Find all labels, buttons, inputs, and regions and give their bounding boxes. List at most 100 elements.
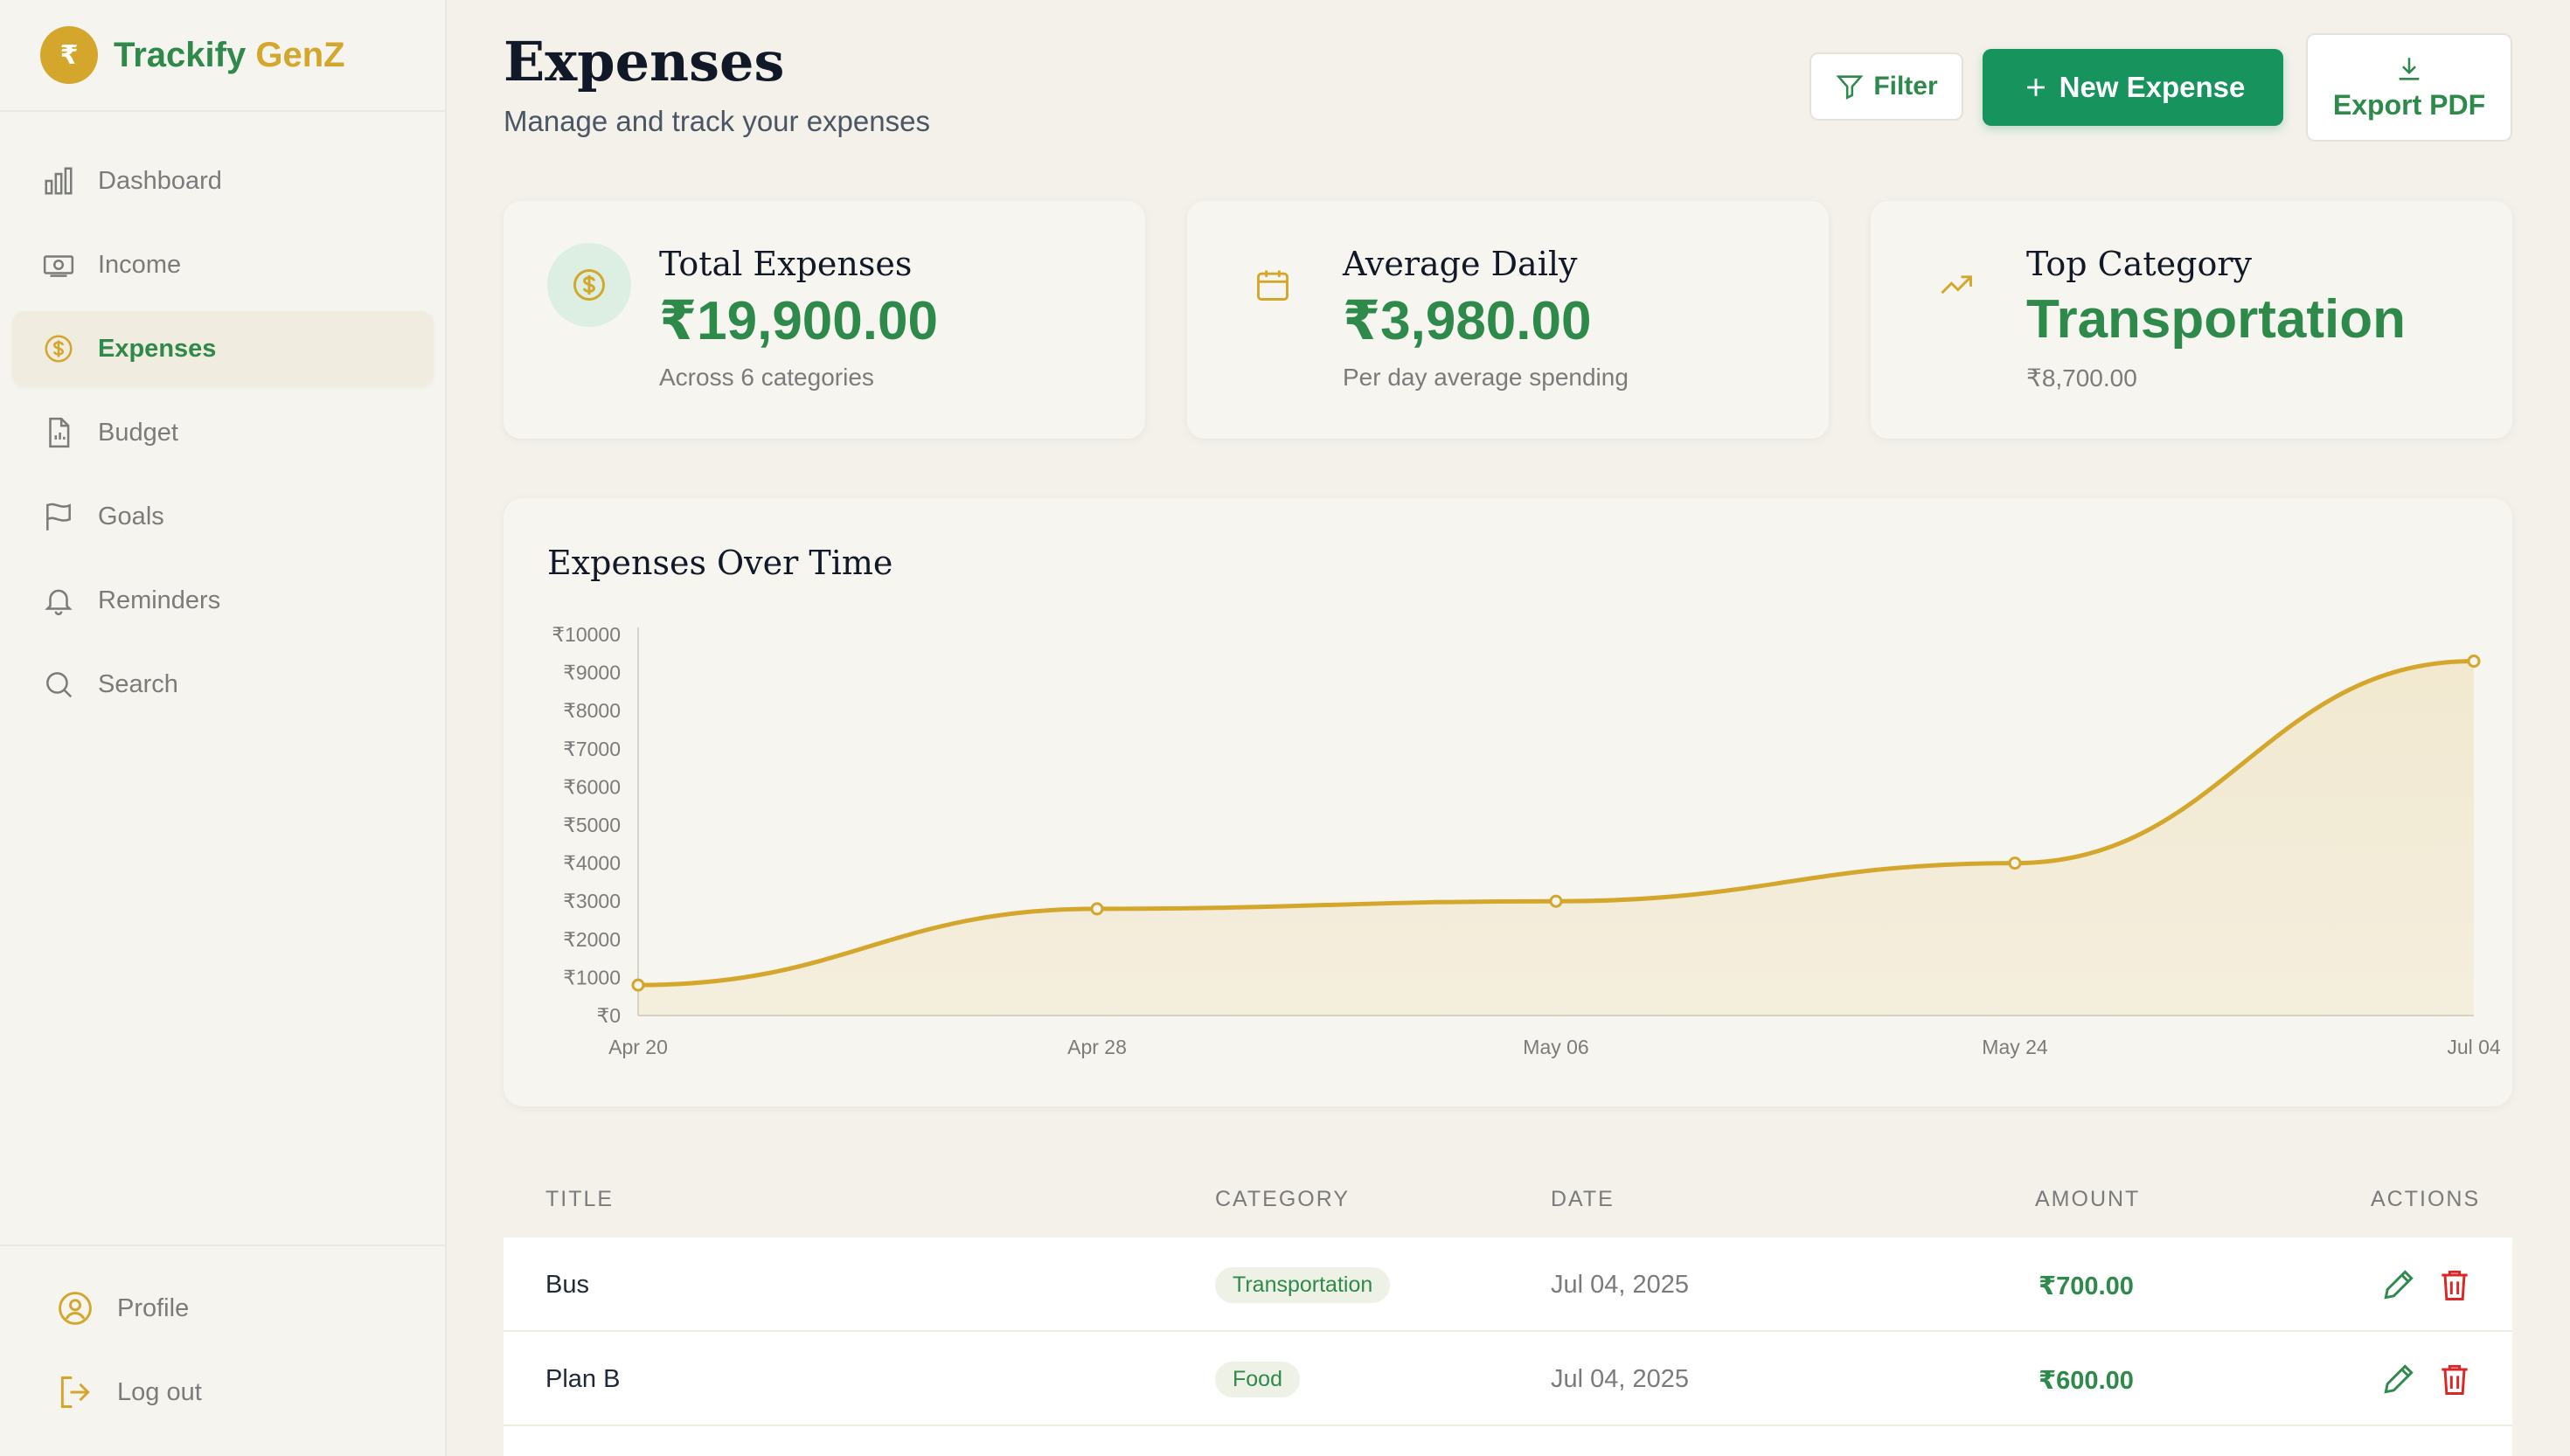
- banknote-icon: [43, 255, 74, 277]
- data-point: [2467, 655, 2481, 669]
- sidebar-item-label: Reminders: [98, 586, 221, 614]
- filter-icon: [1836, 75, 1864, 100]
- total-expenses-card: Total Expenses ₹19,900.00 Across 6 categ…: [504, 201, 1145, 439]
- row-title: Plan B: [545, 1365, 621, 1393]
- row-amount: ₹700.00: [2039, 1272, 2134, 1300]
- sidebar-item-label: Log out: [117, 1377, 202, 1406]
- sidebar-item-label: Goals: [98, 502, 164, 530]
- edit-pencil-icon[interactable]: [2379, 1265, 2418, 1304]
- brand[interactable]: ₹ Trackify GenZ: [0, 0, 445, 112]
- table-row[interactable]: [504, 1426, 2512, 1456]
- y-tick-label: ₹8000: [563, 699, 621, 722]
- column-header-date: DATE: [1551, 1187, 1615, 1211]
- x-tick-label: Apr 28: [1067, 1036, 1127, 1058]
- brand-name-secondary: GenZ: [255, 35, 345, 74]
- y-tick-label: ₹5000: [563, 814, 621, 836]
- flag-icon: [46, 503, 71, 530]
- page-subtitle: Manage and track your expenses: [504, 105, 930, 137]
- y-tick-label: ₹7000: [563, 738, 621, 760]
- sidebar-nav: Dashboard Income Expenses Budget Goals R…: [12, 143, 434, 731]
- column-header-title: TITLE: [545, 1187, 615, 1211]
- delete-trash-icon[interactable]: [2435, 1265, 2474, 1304]
- calendar-icon: [1231, 243, 1315, 327]
- card-title: Average Daily: [1343, 245, 1578, 283]
- brand-name-primary: Trackify: [114, 35, 247, 74]
- export-pdf-button[interactable]: Export PDF: [2306, 33, 2512, 142]
- filter-button-label: Filter: [1873, 72, 1938, 101]
- data-point: [1090, 902, 1104, 916]
- x-tick-label: May 06: [1523, 1036, 1588, 1058]
- sidebar-item-label: Profile: [117, 1293, 190, 1322]
- row-date: Jul 04, 2025: [1551, 1365, 1690, 1393]
- sidebar: ₹ Trackify GenZ Dashboard Income Expense…: [0, 0, 447, 1456]
- expenses-table: TITLE CATEGORY DATE AMOUNT ACTIONS Bus T…: [504, 1159, 2512, 1456]
- card-value: Transportation: [2026, 289, 2407, 350]
- bell-icon: [45, 589, 73, 616]
- category-badge: Food: [1215, 1362, 1300, 1397]
- category-badge: Transportation: [1215, 1267, 1391, 1303]
- sidebar-item-budget[interactable]: Budget: [12, 395, 434, 470]
- column-header-actions: ACTIONS: [2371, 1187, 2481, 1211]
- brand-name: Trackify GenZ: [114, 36, 345, 75]
- table-row[interactable]: Plan B Food Jul 04, 2025 ₹600.00: [504, 1332, 2512, 1426]
- edit-pencil-icon[interactable]: [2379, 1360, 2418, 1398]
- card-value: ₹3,980.00: [1343, 291, 1592, 351]
- export-pdf-button-label: Export PDF: [2332, 88, 2486, 121]
- dollar-circle-icon: [547, 243, 631, 327]
- x-tick-label: May 24: [1982, 1036, 2048, 1058]
- sidebar-footer: Profile Log out: [0, 1245, 445, 1456]
- trending-up-icon: [1914, 243, 1998, 327]
- card-title: Total Expenses: [659, 245, 913, 283]
- sidebar-item-income[interactable]: Income: [12, 227, 434, 302]
- logout-icon: [60, 1376, 90, 1408]
- brand-logo: ₹: [40, 26, 98, 84]
- table-row[interactable]: Bus Transportation Jul 04, 2025 ₹700.00: [504, 1238, 2512, 1332]
- series-area: [638, 661, 2474, 1016]
- search-icon: [46, 672, 73, 698]
- sidebar-item-search[interactable]: Search: [12, 647, 434, 722]
- sidebar-item-expenses[interactable]: Expenses: [12, 311, 434, 386]
- sidebar-item-goals[interactable]: Goals: [12, 479, 434, 554]
- card-subtitle: Across 6 categories: [659, 364, 874, 391]
- card-subtitle: ₹8,700.00: [2026, 364, 2137, 392]
- y-tick-label: ₹3000: [563, 890, 621, 912]
- sidebar-item-label: Budget: [98, 418, 178, 447]
- delete-trash-icon[interactable]: [2435, 1360, 2474, 1398]
- sidebar-item-profile[interactable]: Profile: [30, 1271, 445, 1346]
- sidebar-item-label: Search: [98, 669, 178, 698]
- expenses-chart: ₹0 ₹1000 ₹2000 ₹3000 ₹4000 ₹5000 ₹6000 ₹7000 ₹80…: [552, 623, 2501, 1058]
- y-tick-label: ₹10000: [552, 623, 621, 646]
- page-title: Expenses: [504, 30, 785, 94]
- user-circle-icon: [59, 1292, 92, 1325]
- column-header-category: CATEGORY: [1215, 1187, 1350, 1211]
- sidebar-item-logout[interactable]: Log out: [30, 1355, 445, 1430]
- top-category-card: Top Category Transportation ₹8,700.00: [1871, 201, 2512, 439]
- data-point: [631, 978, 645, 992]
- data-point: [1549, 894, 1563, 908]
- sidebar-item-dashboard[interactable]: Dashboard: [12, 143, 434, 218]
- sidebar-item-label: Income: [98, 250, 182, 279]
- y-tick-label: ₹2000: [563, 928, 621, 951]
- sidebar-item-reminders[interactable]: Reminders: [12, 563, 434, 638]
- card-value: ₹19,900.00: [659, 291, 938, 351]
- new-expense-button[interactable]: New Expense: [1983, 49, 2283, 126]
- card-subtitle: Per day average spending: [1343, 364, 1629, 391]
- expenses-chart-card: Expenses Over Time ₹0 ₹1000 ₹2000 ₹3000 ₹400…: [504, 498, 2512, 1106]
- download-icon: [2399, 57, 2420, 80]
- new-expense-button-label: New Expense: [2059, 71, 2246, 103]
- bar-chart-icon: [45, 167, 73, 195]
- y-tick-label: ₹0: [597, 1004, 621, 1027]
- x-tick-label: Apr 20: [608, 1036, 668, 1058]
- column-header-amount: AMOUNT: [2035, 1187, 2141, 1211]
- row-amount: ₹600.00: [2039, 1367, 2134, 1395]
- sidebar-item-label: Dashboard: [98, 166, 222, 195]
- row-date: Jul 04, 2025: [1551, 1271, 1690, 1299]
- y-tick-label: ₹6000: [563, 775, 621, 798]
- x-tick-label: Jul 04: [2447, 1036, 2501, 1058]
- sidebar-item-label: Expenses: [98, 334, 217, 363]
- average-daily-card: Average Daily ₹3,980.00 Per day average …: [1187, 201, 1829, 439]
- y-tick-label: ₹1000: [563, 966, 621, 988]
- document-chart-icon: [49, 417, 70, 448]
- filter-button[interactable]: Filter: [1809, 52, 1963, 121]
- y-tick-label: ₹9000: [563, 662, 621, 684]
